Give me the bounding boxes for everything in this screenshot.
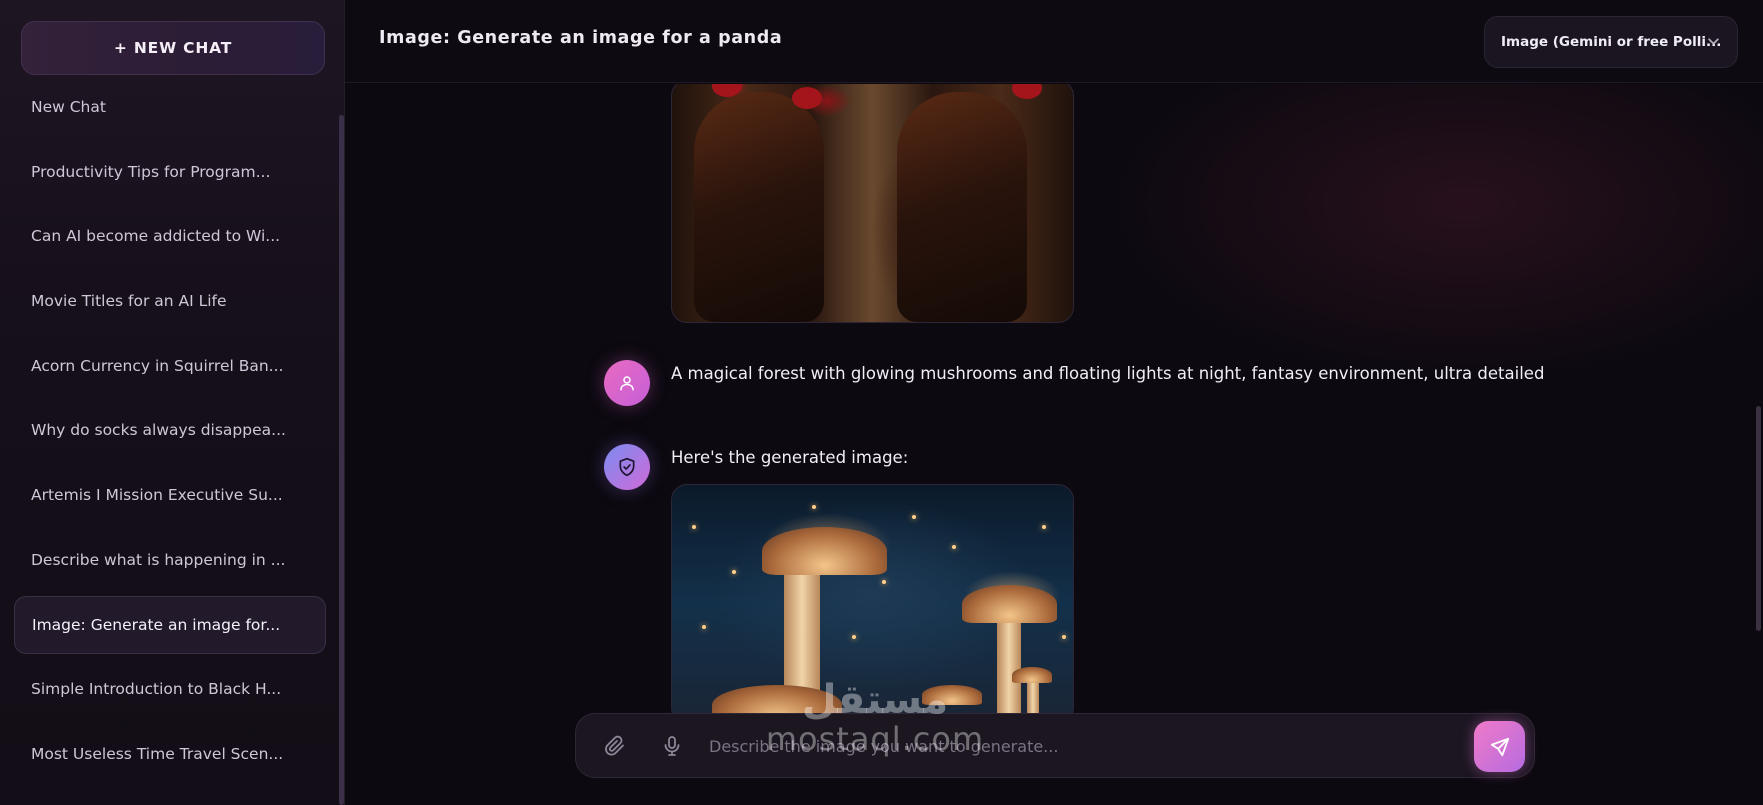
firefly (882, 580, 886, 584)
microphone-icon[interactable] (660, 734, 684, 758)
model-select-value: Image (Gemini or free Polli... (1501, 34, 1722, 50)
chevron-down-icon (1708, 38, 1719, 45)
mushroom-cap (922, 685, 982, 705)
model-select[interactable]: Image (Gemini or free Polli... (1484, 16, 1738, 68)
prompt-input[interactable] (709, 732, 1359, 760)
sidebar-scrollbar[interactable] (339, 115, 344, 805)
new-chat-button[interactable]: + NEW CHAT (21, 21, 325, 75)
generated-image-roosters[interactable] (671, 84, 1074, 323)
user-icon (620, 376, 634, 391)
shield-check-icon (619, 457, 635, 477)
history-item[interactable]: Most Useless Time Travel Scen... (14, 725, 326, 783)
history-item[interactable]: Productivity Tips for Program... (14, 143, 326, 201)
history-item[interactable]: Simple Introduction to Black H... (14, 660, 326, 718)
mushroom-cap (962, 585, 1057, 623)
rooster-shape (897, 92, 1027, 322)
mushroom-cap (1012, 667, 1052, 683)
message-composer (575, 713, 1535, 778)
firefly (692, 525, 696, 529)
history-item[interactable]: Acorn Currency in Squirrel Ban... (14, 337, 326, 395)
user-avatar (604, 360, 650, 406)
send-button[interactable] (1474, 721, 1525, 772)
history-item[interactable]: Can AI become addicted to Wi... (14, 207, 326, 265)
mushroom-cap (762, 527, 887, 575)
page-title: Image: Generate an image for a panda (379, 28, 783, 48)
firefly (912, 515, 916, 519)
firefly (732, 570, 736, 574)
firefly (702, 625, 706, 629)
history-item[interactable]: New Chat (14, 78, 326, 136)
rooster-comb (1012, 84, 1042, 99)
history-item[interactable]: Artemis I Mission Executive Su... (14, 466, 326, 524)
firefly (852, 635, 856, 639)
sidebar: + NEW CHAT New Chat Productivity Tips fo… (0, 0, 345, 805)
assistant-avatar (604, 444, 650, 490)
history-item[interactable]: Describe what is happening in ... (14, 531, 326, 589)
user-message-text: A magical forest with glowing mushrooms … (671, 364, 1545, 383)
history-item[interactable]: Movie Titles for an AI Life (14, 272, 326, 330)
assistant-message-text: Here's the generated image: (671, 448, 909, 467)
firefly (1062, 635, 1066, 639)
history-item[interactable]: Why do socks always disappea... (14, 401, 326, 459)
chat-history-list: New Chat Productivity Tips for Program..… (14, 78, 326, 790)
generated-image-forest[interactable] (671, 484, 1074, 724)
firefly (812, 505, 816, 509)
history-item-active[interactable]: Image: Generate an image for... (14, 595, 326, 654)
paperclip-icon[interactable] (603, 734, 627, 758)
send-icon (1490, 737, 1509, 756)
chat-header: Image: Generate an image for a panda Ima… (345, 0, 1763, 83)
rooster-shape (694, 92, 824, 322)
chat-area: A magical forest with glowing mushrooms … (345, 84, 1763, 805)
chat-scrollbar[interactable] (1756, 406, 1761, 631)
firefly (952, 545, 956, 549)
firefly (1042, 525, 1046, 529)
rooster-comb (792, 87, 822, 109)
